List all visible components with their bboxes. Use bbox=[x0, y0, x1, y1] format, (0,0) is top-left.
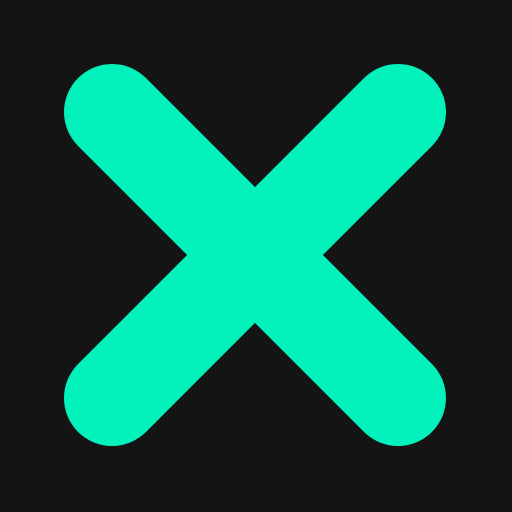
icon-canvas bbox=[0, 0, 512, 512]
close-icon bbox=[64, 64, 446, 446]
